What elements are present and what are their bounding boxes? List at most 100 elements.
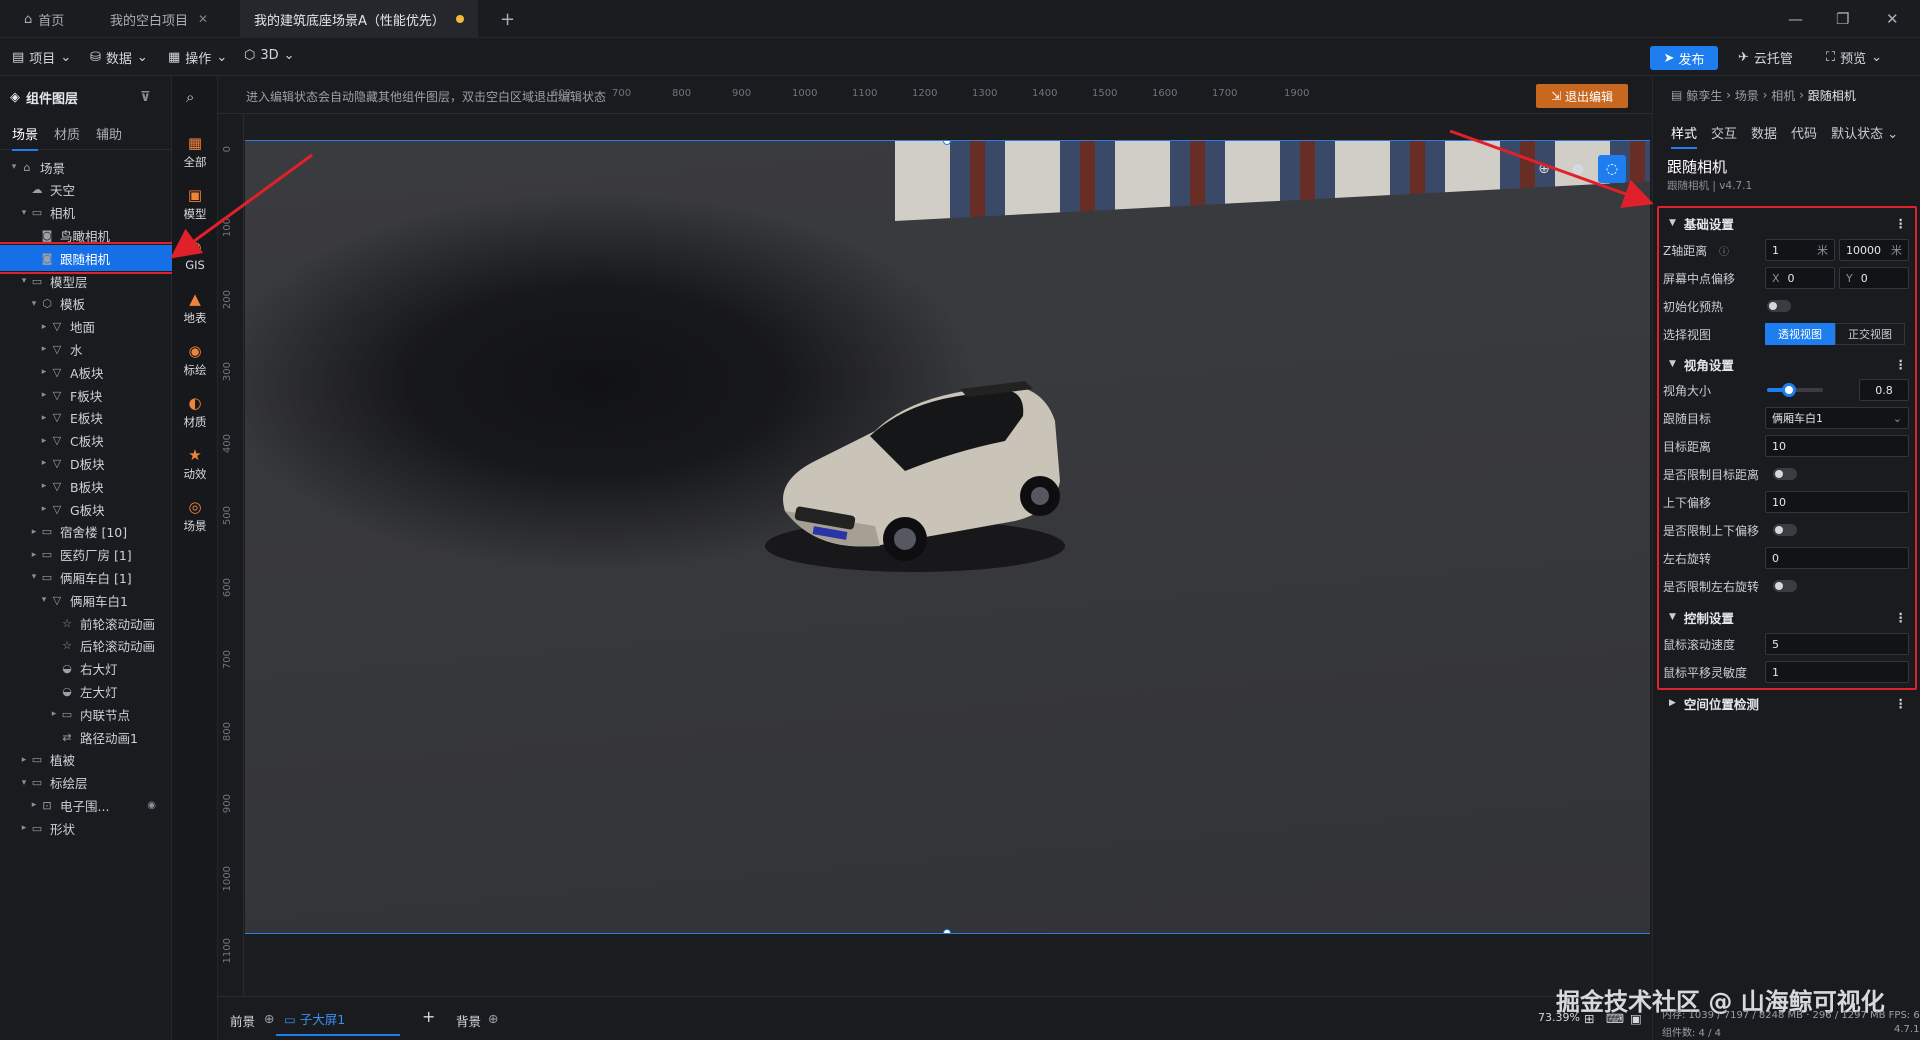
background-layer[interactable]: 背景 bbox=[456, 1011, 481, 1030]
angle-settings-header[interactable]: ▼ 视角设置 ⋮ bbox=[1659, 349, 1915, 379]
caret-right-icon[interactable]: ▸ bbox=[38, 458, 50, 468]
tab-blank-project[interactable]: 我的空白项目 ✕ bbox=[96, 0, 222, 38]
caret-down-icon[interactable]: ▾ bbox=[38, 595, 50, 605]
foreground-layer[interactable]: 前景 bbox=[230, 1011, 255, 1030]
category-material[interactable]: ◐ 材质 bbox=[172, 394, 218, 430]
operate-menu[interactable]: ▦ 操作 ⌄ bbox=[168, 48, 227, 67]
tab-home[interactable]: ⌂ 首页 bbox=[10, 0, 78, 38]
caret-right-icon[interactable]: ▸ bbox=[38, 322, 50, 332]
offset-x-input[interactable]: X0 bbox=[1765, 267, 1835, 289]
basic-settings-header[interactable]: ▼ 基础设置 ⋮ bbox=[1659, 208, 1915, 238]
caret-right-icon[interactable]: ▸ bbox=[38, 504, 50, 514]
wheel-speed-input[interactable]: 5 bbox=[1765, 633, 1909, 655]
caret-right-icon[interactable]: ▸ bbox=[38, 344, 50, 354]
orbit-icon[interactable]: ◌ bbox=[1598, 155, 1626, 183]
search-icon[interactable]: ⌕ bbox=[186, 88, 194, 106]
limit-distance-toggle[interactable] bbox=[1773, 468, 1797, 480]
caret-down-icon[interactable]: ▾ bbox=[18, 276, 30, 286]
perspective-view-option[interactable]: 透视视图 bbox=[1765, 323, 1835, 345]
space-detect-header[interactable]: ▶ 空间位置检测 ⋮ bbox=[1659, 688, 1915, 718]
more-icon[interactable]: ⋮ bbox=[1895, 696, 1908, 711]
updown-input[interactable]: 10 bbox=[1765, 491, 1909, 513]
tab-data[interactable]: 数据 bbox=[1751, 123, 1777, 142]
caret-right-icon[interactable]: ▸ bbox=[18, 823, 30, 833]
z-min-input[interactable]: 1米 bbox=[1765, 239, 1835, 261]
crumb-camera[interactable]: 相机 bbox=[1771, 87, 1795, 104]
caret-right-icon[interactable]: ▸ bbox=[38, 436, 50, 446]
more-icon[interactable]: ⋮ bbox=[1895, 610, 1908, 625]
distance-input[interactable]: 10 bbox=[1765, 435, 1909, 457]
project-menu[interactable]: ▤ 项目 ⌄ bbox=[12, 48, 71, 67]
category-terrain[interactable]: ▲ 地表 bbox=[172, 290, 218, 326]
caret-down-icon[interactable]: ▾ bbox=[28, 572, 40, 582]
tab-style[interactable]: 样式 bbox=[1671, 123, 1698, 149]
caret-down-icon[interactable]: ▾ bbox=[18, 778, 30, 788]
add-background-icon[interactable]: ⊕ bbox=[488, 1011, 498, 1026]
tab-material[interactable]: 材质 bbox=[54, 124, 80, 143]
caret-down-icon[interactable]: ▾ bbox=[8, 162, 20, 172]
category-all[interactable]: ▦ 全部 bbox=[172, 134, 218, 170]
category-gis[interactable]: ◍ GIS bbox=[172, 238, 218, 272]
add-screen-button[interactable]: + bbox=[422, 1007, 435, 1026]
control-settings-header[interactable]: ▼ 控制设置 ⋮ bbox=[1659, 602, 1915, 632]
rotate-input[interactable]: 0 bbox=[1765, 547, 1909, 569]
scene-viewport[interactable]: 进入编辑状态会自动隐藏其他组件图层，双击空白区域退出编辑状态 600 700 800… bbox=[218, 76, 1652, 996]
state-select[interactable]: 默认状态 ⌄ bbox=[1831, 123, 1898, 142]
caret-right-icon[interactable]: ▸ bbox=[48, 709, 60, 719]
sub-screen-tab[interactable]: ▭ 子大屏1 bbox=[276, 1009, 400, 1036]
close-icon[interactable]: ✕ bbox=[198, 12, 208, 26]
caret-right-icon[interactable]: ▸ bbox=[38, 481, 50, 491]
bottom-resize-handle[interactable] bbox=[943, 929, 951, 933]
tab-code[interactable]: 代码 bbox=[1791, 123, 1817, 142]
offset-y-input[interactable]: Y0 bbox=[1839, 267, 1909, 289]
mode-3d-menu[interactable]: ⬡ 3D ⌄ bbox=[244, 48, 295, 63]
caret-right-icon[interactable]: ▸ bbox=[38, 390, 50, 400]
fov-slider[interactable] bbox=[1767, 383, 1823, 397]
crumb-root[interactable]: 鲸孪生 bbox=[1686, 87, 1722, 104]
preview-button[interactable]: ⛶ 预览 ⌄ bbox=[1826, 48, 1882, 67]
orthographic-view-option[interactable]: 正交视图 bbox=[1835, 323, 1905, 345]
help-icon[interactable]: ⓘ bbox=[1719, 243, 1729, 258]
caret-right-icon[interactable]: ▸ bbox=[28, 800, 40, 810]
sphere-icon[interactable]: ● bbox=[1564, 155, 1592, 183]
caret-right-icon[interactable]: ▸ bbox=[28, 550, 40, 560]
visibility-icon[interactable]: ◉ bbox=[147, 800, 156, 811]
exit-edit-button[interactable]: ⇲ 退出编辑 bbox=[1536, 84, 1628, 108]
tab-building-scene[interactable]: 我的建筑底座场景A（性能优先） bbox=[240, 0, 478, 38]
caret-right-icon[interactable]: ▸ bbox=[38, 413, 50, 423]
crumb-scene[interactable]: 场景 bbox=[1735, 87, 1759, 104]
limit-rotate-toggle[interactable] bbox=[1773, 580, 1797, 592]
data-menu[interactable]: ⛁ 数据 ⌄ bbox=[90, 48, 148, 67]
target-select[interactable]: 俩厢车白1 ⌄ bbox=[1765, 407, 1909, 429]
tab-helper[interactable]: 辅助 bbox=[96, 124, 122, 143]
caret-right-icon[interactable]: ▸ bbox=[38, 367, 50, 377]
minimize-icon[interactable]: — bbox=[1788, 10, 1803, 28]
3d-scene-canvas[interactable]: ⊕ ● ◌ bbox=[245, 140, 1650, 934]
caret-right-icon[interactable]: ▸ bbox=[18, 755, 30, 765]
preheat-toggle[interactable] bbox=[1767, 300, 1791, 312]
more-icon[interactable]: ⋮ bbox=[1895, 357, 1908, 372]
new-tab-button[interactable]: + bbox=[486, 0, 529, 38]
car-model[interactable] bbox=[755, 361, 1075, 581]
close-window-icon[interactable]: ✕ bbox=[1886, 10, 1899, 28]
category-model[interactable]: ▣ 模型 bbox=[172, 186, 218, 222]
category-scene[interactable]: ◎ 场景 bbox=[172, 498, 218, 534]
z-max-input[interactable]: 10000 米 bbox=[1839, 239, 1909, 261]
tab-scene[interactable]: 场景 bbox=[12, 124, 39, 151]
more-icon[interactable]: ⋮ bbox=[1895, 216, 1908, 231]
globe-view-icon[interactable]: ⊕ bbox=[1530, 155, 1558, 183]
add-foreground-icon[interactable]: ⊕ bbox=[264, 1011, 274, 1026]
caret-down-icon[interactable]: ▾ bbox=[18, 208, 30, 218]
limit-updown-toggle[interactable] bbox=[1773, 524, 1797, 536]
pan-sensitivity-input[interactable]: 1 bbox=[1765, 661, 1909, 683]
fov-input[interactable]: 0.8 bbox=[1859, 379, 1909, 401]
tree-node[interactable]: ▸ ▭ 形状 bbox=[0, 815, 172, 841]
category-effect[interactable]: ★ 动效 bbox=[172, 446, 218, 482]
category-plot[interactable]: ◉ 标绘 bbox=[172, 342, 218, 378]
filter-icon[interactable]: ⊽ bbox=[140, 90, 151, 105]
restore-icon[interactable]: ❐ bbox=[1836, 10, 1849, 28]
cloud-hosting-button[interactable]: ✈ 云托管 bbox=[1738, 48, 1793, 67]
tab-interaction[interactable]: 交互 bbox=[1711, 123, 1737, 142]
caret-right-icon[interactable]: ▸ bbox=[28, 527, 40, 537]
caret-down-icon[interactable]: ▾ bbox=[28, 299, 40, 309]
